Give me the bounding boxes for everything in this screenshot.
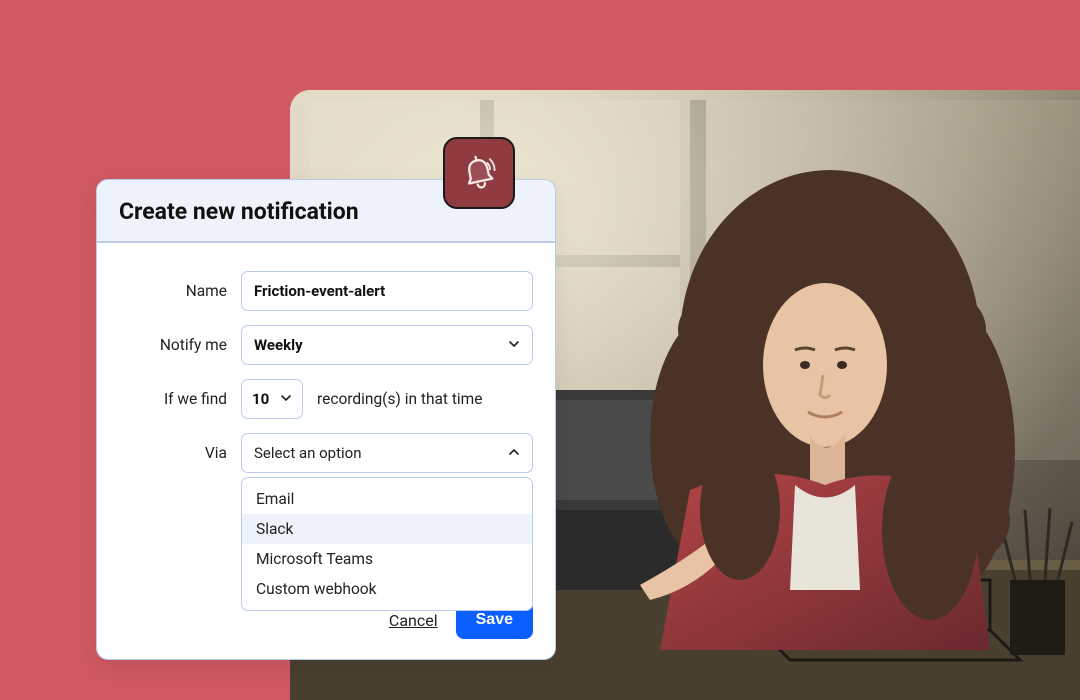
label-via: Via [119,444,227,462]
via-option-custom-webhook[interactable]: Custom webhook [242,574,532,604]
notification-bell-badge [443,137,515,209]
via-select[interactable]: Select an option [241,433,533,473]
threshold-count-select[interactable]: 10 [241,379,303,419]
row-threshold: If we find 10 recording(s) in that time [119,379,533,419]
via-dropdown-list: Email Slack Microsoft Teams Custom webho… [241,477,533,611]
bell-icon [457,151,501,195]
via-option-email[interactable]: Email [242,484,532,514]
row-notify-me: Notify me Weekly [119,325,533,365]
via-option-slack[interactable]: Slack [242,514,532,544]
name-input[interactable] [241,271,533,311]
create-notification-modal: Create new notification Name Notify me W… [96,179,556,660]
chevron-up-icon [508,446,520,461]
threshold-suffix: recording(s) in that time [317,390,483,408]
chevron-down-icon [280,392,292,407]
row-via: Via Select an option Email Slack Microso… [119,433,533,473]
row-name: Name [119,271,533,311]
label-name: Name [119,282,227,300]
threshold-count-value: 10 [252,390,269,408]
label-notify-me: Notify me [119,336,227,354]
via-option-microsoft-teams[interactable]: Microsoft Teams [242,544,532,574]
notify-me-select[interactable]: Weekly [241,325,533,365]
modal-body: Name Notify me Weekly If we find 10 reco… [97,243,555,483]
label-threshold: If we find [119,390,227,408]
via-placeholder: Select an option [254,444,361,462]
notify-me-value: Weekly [254,336,303,354]
cancel-button[interactable]: Cancel [389,611,438,630]
chevron-down-icon [508,338,520,353]
